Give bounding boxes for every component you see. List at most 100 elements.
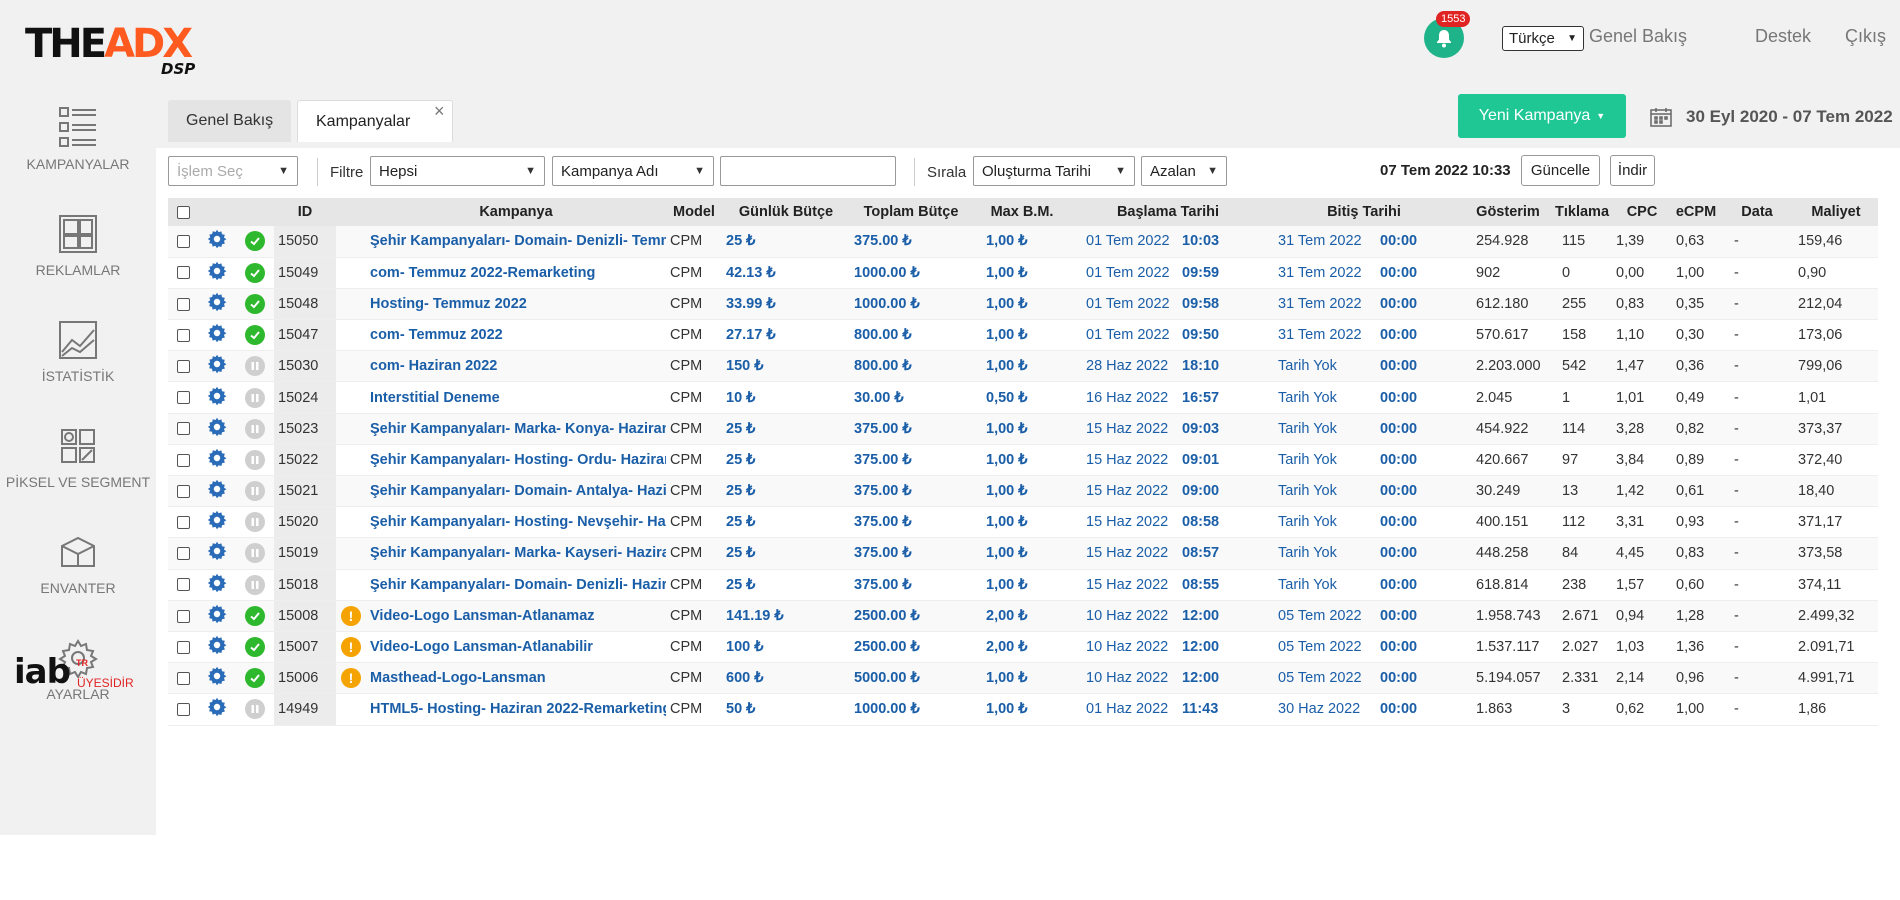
start-time[interactable]: 18:10: [1178, 350, 1264, 383]
end-date[interactable]: 31 Tem 2022: [1264, 226, 1376, 258]
table-row[interactable]: 15021 Şehir Kampanyaları- Domain- Antalya…: [168, 475, 1878, 508]
max-bid[interactable]: 1,00 ₺: [972, 662, 1072, 695]
campaign-name-link[interactable]: Şehir Kampanyaları- Hosting- Nevşehir- H…: [366, 506, 666, 539]
start-time[interactable]: 12:00: [1178, 600, 1264, 632]
start-time[interactable]: 09:59: [1178, 257, 1264, 289]
date-range-picker[interactable]: 30 Eyl 2020 - 07 Tem 2022: [1646, 96, 1900, 138]
end-time[interactable]: 00:00: [1376, 506, 1465, 539]
end-date[interactable]: 31 Tem 2022: [1264, 257, 1376, 289]
settings-button[interactable]: [198, 569, 236, 601]
end-date[interactable]: 05 Tem 2022: [1264, 600, 1376, 632]
max-bid[interactable]: 1,00 ₺: [972, 257, 1072, 289]
start-time[interactable]: 08:55: [1178, 569, 1264, 601]
row-checkbox[interactable]: [168, 662, 198, 695]
sidebar-item-campaigns[interactable]: KAMPANYALAR: [0, 106, 156, 172]
daily-budget[interactable]: 25 ₺: [722, 444, 850, 477]
max-bid[interactable]: 1,00 ₺: [972, 319, 1072, 352]
total-budget[interactable]: 800.00 ₺: [850, 319, 972, 352]
table-row[interactable]: 15023 Şehir Kampanyaları- Marka- Konya- H…: [168, 413, 1878, 445]
max-bid[interactable]: 1,00 ₺: [972, 413, 1072, 445]
daily-budget[interactable]: 25 ₺: [722, 475, 850, 508]
warning-icon[interactable]: !: [341, 605, 361, 626]
max-bid[interactable]: 1,00 ₺: [972, 350, 1072, 383]
row-checkbox[interactable]: [168, 413, 198, 445]
start-time[interactable]: 10:03: [1178, 226, 1264, 258]
total-budget[interactable]: 375.00 ₺: [850, 475, 972, 508]
max-bid[interactable]: 1,00 ₺: [972, 506, 1072, 539]
settings-button[interactable]: [198, 226, 236, 258]
row-checkbox[interactable]: [168, 600, 198, 632]
start-date[interactable]: 01 Tem 2022: [1072, 319, 1178, 352]
campaign-name-link[interactable]: HTML5- Hosting- Haziran 2022-Remarketing: [366, 693, 666, 726]
end-date[interactable]: Tarih Yok: [1264, 413, 1376, 445]
filter-select[interactable]: Hepsi ▼: [370, 156, 545, 186]
campaign-name-link[interactable]: Video-Logo Lansman-Atlanabilir: [366, 631, 666, 664]
status-toggle[interactable]: [236, 257, 274, 289]
daily-budget[interactable]: 150 ₺: [722, 350, 850, 383]
col-start-date[interactable]: Başlama Tarihi: [1072, 198, 1264, 226]
table-row[interactable]: 14949 HTML5- Hosting- Haziran 2022-Remark…: [168, 693, 1878, 726]
total-budget[interactable]: 375.00 ₺: [850, 226, 972, 258]
table-row[interactable]: 15047 com- Temmuz 2022 CPM 27.17 ₺ 800.00 ₺ 1…: [168, 319, 1878, 352]
end-date[interactable]: Tarih Yok: [1264, 569, 1376, 601]
col-campaign[interactable]: Kampanya: [366, 198, 666, 226]
sidebar-item-pixel-segment[interactable]: PİKSEL VE SEGMENT: [0, 426, 156, 490]
row-checkbox[interactable]: [168, 537, 198, 570]
settings-button[interactable]: [198, 662, 236, 695]
campaign-name-link[interactable]: Şehir Kampanyaları- Domain- Denizli- Haz…: [366, 569, 666, 601]
status-toggle[interactable]: [236, 569, 274, 601]
end-date[interactable]: Tarih Yok: [1264, 506, 1376, 539]
settings-button[interactable]: [198, 257, 236, 289]
search-input[interactable]: [720, 156, 896, 186]
end-time[interactable]: 00:00: [1376, 288, 1465, 321]
status-toggle[interactable]: [236, 413, 274, 445]
start-time[interactable]: 09:03: [1178, 413, 1264, 445]
start-time[interactable]: 12:00: [1178, 631, 1264, 664]
tab-campaigns[interactable]: Kampanyalar: [297, 100, 453, 142]
language-select[interactable]: Türkçe ▼: [1502, 26, 1584, 51]
col-id[interactable]: ID: [274, 198, 336, 226]
tab-overview[interactable]: Genel Bakış: [168, 100, 292, 142]
row-checkbox[interactable]: [168, 444, 198, 477]
start-date[interactable]: 01 Haz 2022: [1072, 693, 1178, 726]
start-time[interactable]: 09:50: [1178, 319, 1264, 352]
settings-button[interactable]: [198, 319, 236, 352]
max-bid[interactable]: 0,50 ₺: [972, 381, 1072, 414]
row-checkbox[interactable]: [168, 350, 198, 383]
status-toggle[interactable]: [236, 631, 274, 664]
start-time[interactable]: 09:58: [1178, 288, 1264, 321]
total-budget[interactable]: 1000.00 ₺: [850, 693, 972, 726]
campaign-name-link[interactable]: Masthead-Logo-Lansman: [366, 662, 666, 695]
daily-budget[interactable]: 27.17 ₺: [722, 319, 850, 352]
end-time[interactable]: 00:00: [1376, 662, 1465, 695]
status-toggle[interactable]: [236, 444, 274, 477]
campaign-name-link[interactable]: com- Haziran 2022: [366, 350, 666, 383]
total-budget[interactable]: 375.00 ₺: [850, 506, 972, 539]
campaign-name-link[interactable]: com- Temmuz 2022: [366, 319, 666, 352]
max-bid[interactable]: 1,00 ₺: [972, 475, 1072, 508]
settings-button[interactable]: [198, 381, 236, 414]
campaign-name-link[interactable]: Video-Logo Lansman-Atlanamaz: [366, 600, 666, 632]
settings-button[interactable]: [198, 288, 236, 321]
daily-budget[interactable]: 25 ₺: [722, 506, 850, 539]
end-time[interactable]: 00:00: [1376, 475, 1465, 508]
daily-budget[interactable]: 50 ₺: [722, 693, 850, 726]
col-cpc[interactable]: CPC: [1612, 198, 1673, 226]
end-time[interactable]: 00:00: [1376, 226, 1465, 258]
status-toggle[interactable]: [236, 475, 274, 508]
end-date[interactable]: 31 Tem 2022: [1264, 319, 1376, 352]
max-bid[interactable]: 1,00 ₺: [972, 537, 1072, 570]
col-data[interactable]: Data: [1720, 198, 1795, 226]
settings-button[interactable]: [198, 506, 236, 539]
end-date[interactable]: Tarih Yok: [1264, 381, 1376, 414]
daily-budget[interactable]: 25 ₺: [722, 537, 850, 570]
start-date[interactable]: 16 Haz 2022: [1072, 381, 1178, 414]
status-toggle[interactable]: [236, 319, 274, 352]
end-time[interactable]: 00:00: [1376, 600, 1465, 632]
col-clicks[interactable]: Tıklama: [1552, 198, 1613, 226]
col-ecpm[interactable]: eCPM: [1672, 198, 1721, 226]
end-date[interactable]: Tarih Yok: [1264, 350, 1376, 383]
table-row[interactable]: 15049 com- Temmuz 2022-Remarketing CPM 42.1…: [168, 257, 1878, 289]
settings-button[interactable]: [198, 475, 236, 508]
end-date[interactable]: 31 Tem 2022: [1264, 288, 1376, 321]
